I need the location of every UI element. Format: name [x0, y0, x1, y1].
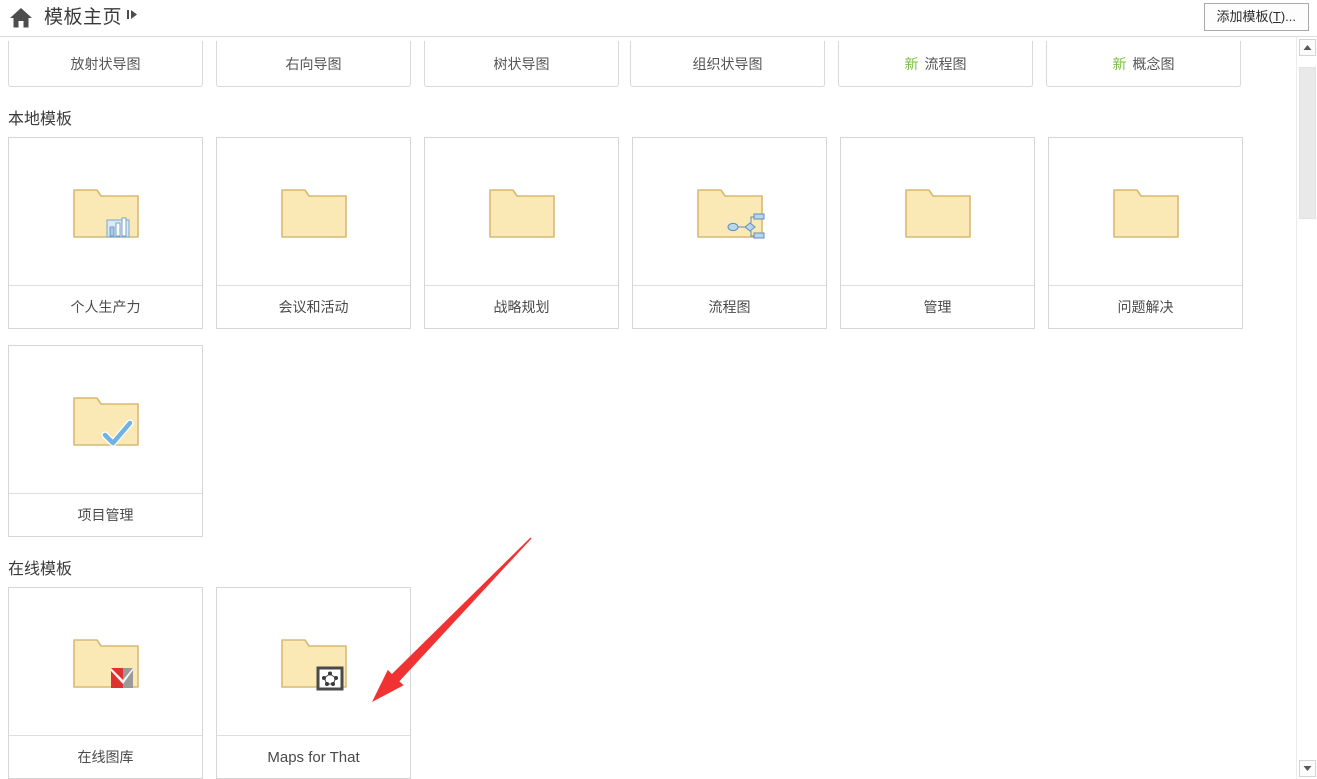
- folder-flowchart-icon: [633, 138, 826, 285]
- template-folder-label: 流程图: [633, 285, 826, 328]
- template-folder-card[interactable]: 在线图库: [8, 587, 203, 779]
- template-folder-label: 项目管理: [9, 493, 202, 536]
- vertical-scrollbar[interactable]: [1296, 37, 1317, 779]
- add-template-button[interactable]: 添加模板(T)...: [1203, 3, 1309, 31]
- scroll-down-arrow-icon[interactable]: [1299, 760, 1316, 777]
- template-folder-card[interactable]: Maps for That: [216, 587, 411, 779]
- top-bar: 模板主页 添加模板(T)...: [0, 0, 1317, 37]
- diagram-type-tab-label: 放射状导图: [70, 55, 141, 72]
- folder-check-icon: [9, 346, 202, 493]
- template-folder-card[interactable]: 流程图: [632, 137, 827, 329]
- template-folder-card[interactable]: 项目管理: [8, 345, 203, 537]
- template-folder-label: 管理: [841, 285, 1034, 328]
- diagram-type-tab-label: 概念图: [1132, 55, 1175, 72]
- diagram-type-tab-0[interactable]: 放射状导图: [8, 41, 203, 87]
- template-folder-label: Maps for That: [217, 735, 410, 778]
- folder-maps-icon: [217, 588, 410, 735]
- template-folder-label: 问题解决: [1049, 285, 1242, 328]
- breadcrumb-template-home[interactable]: 模板主页: [44, 3, 122, 33]
- folder-plain-icon: [217, 138, 410, 285]
- folder-gallery-icon: [9, 588, 202, 735]
- add-template-label-prefix: 添加模板(: [1216, 9, 1273, 24]
- diagram-type-tab-label: 流程图: [924, 55, 967, 72]
- add-template-label-suffix: )...: [1280, 9, 1296, 24]
- folder-chart-icon: [9, 138, 202, 285]
- scroll-up-arrow-icon[interactable]: [1299, 39, 1316, 56]
- diagram-type-tab-4[interactable]: 新流程图: [838, 41, 1033, 87]
- folder-plain-icon: [425, 138, 618, 285]
- add-template-accesskey: T: [1272, 9, 1281, 24]
- template-folder-label: 个人生产力: [9, 285, 202, 328]
- template-folder-label: 会议和活动: [217, 285, 410, 328]
- new-badge: 新: [904, 55, 919, 72]
- online-templates-grid: 在线图库 Maps for That: [8, 587, 1296, 779]
- section-title-online-templates: 在线模板: [8, 561, 73, 578]
- folder-plain-icon: [1049, 138, 1242, 285]
- diagram-type-tab-2[interactable]: 树状导图: [424, 41, 619, 87]
- scrollbar-thumb[interactable]: [1299, 67, 1316, 219]
- section-title-local-templates: 本地模板: [8, 111, 73, 128]
- diagram-type-tab-label: 组织状导图: [692, 55, 763, 72]
- diagram-type-tab-label: 树状导图: [493, 55, 550, 72]
- chevron-right-icon[interactable]: [127, 8, 141, 24]
- diagram-type-tab-1[interactable]: 右向导图: [216, 41, 411, 87]
- diagram-type-tab-5[interactable]: 新概念图: [1046, 41, 1241, 87]
- template-folder-card[interactable]: 问题解决: [1048, 137, 1243, 329]
- template-folder-label: 战略规划: [425, 285, 618, 328]
- diagram-type-tab-3[interactable]: 组织状导图: [630, 41, 825, 87]
- template-folder-label: 在线图库: [9, 735, 202, 778]
- template-content-scroll-area[interactable]: 放射状导图 右向导图 树状导图 组织状导图新流程图新概念图 本地模板 个人生产力 会议…: [0, 37, 1296, 779]
- local-templates-grid: 个人生产力 会议和活动 战略规划 流程图 管理 问题解决 项目管理: [8, 137, 1296, 537]
- template-folder-card[interactable]: 战略规划: [424, 137, 619, 329]
- diagram-type-tab-label: 右向导图: [285, 55, 342, 72]
- template-folder-card[interactable]: 管理: [840, 137, 1035, 329]
- new-badge: 新: [1112, 55, 1127, 72]
- folder-plain-icon: [841, 138, 1034, 285]
- template-folder-card[interactable]: 个人生产力: [8, 137, 203, 329]
- home-icon[interactable]: [8, 5, 34, 31]
- template-folder-card[interactable]: 会议和活动: [216, 137, 411, 329]
- diagram-type-tab-row: 放射状导图 右向导图 树状导图 组织状导图新流程图新概念图: [0, 41, 1296, 91]
